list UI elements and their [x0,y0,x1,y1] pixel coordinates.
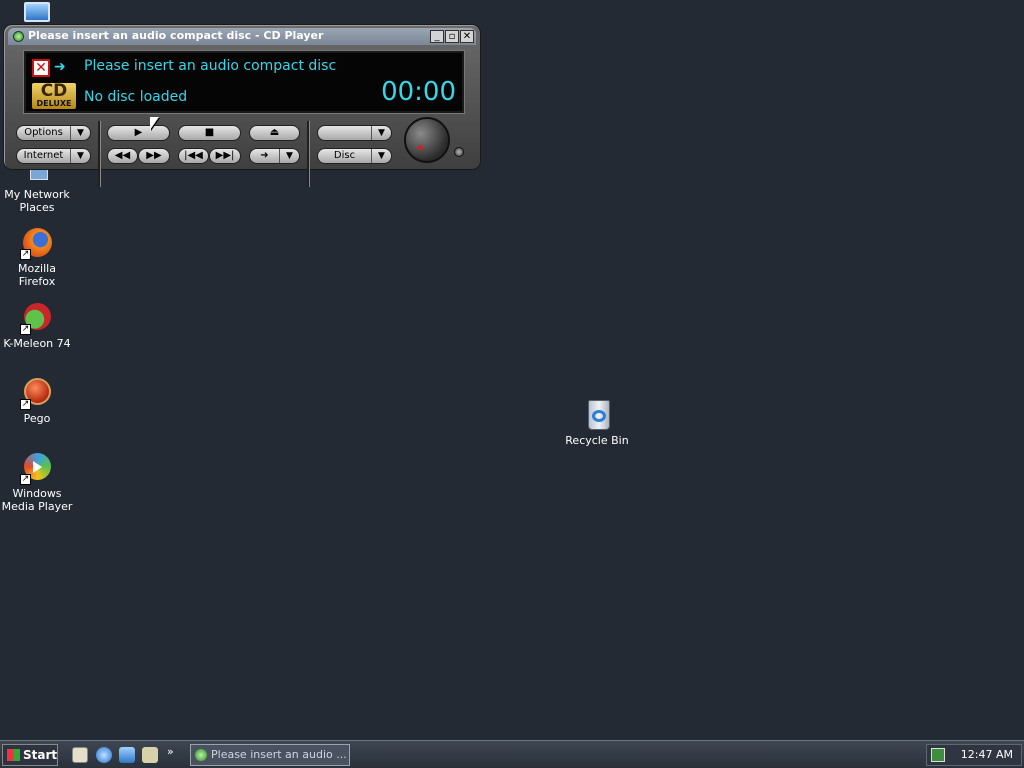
eject-icon: ⏏ [269,127,280,138]
eject-button[interactable]: ⏏ [249,125,300,141]
chevron-down-icon: ▼ [70,149,90,163]
disc-label: Disc [333,150,356,161]
shortcut-arrow-icon: ↗ [20,474,31,485]
taskbar-button-cd-player[interactable]: Please insert an audio ... [190,744,350,766]
close-button[interactable]: ✕ [460,30,474,43]
track-select[interactable]: ▼ [317,125,392,141]
internet-explorer-icon[interactable] [96,747,112,763]
clock[interactable]: 12:47 AM [961,748,1013,761]
my-computer-icon[interactable] [24,2,50,22]
desktop-icon-recycle-bin[interactable]: Recycle Bin [559,398,635,447]
desktop-icon-label: Mozilla Firefox [18,262,56,288]
arrow-right-icon: ➜ [260,150,269,161]
chevron-down-icon: ▼ [371,126,391,140]
previous-track-button[interactable]: |◀◀ [178,148,209,164]
previous-track-icon: |◀◀ [184,150,203,161]
cd-player-window[interactable]: Please insert an audio compact disc - CD… [3,24,481,187]
arrow-right-icon: ➜ [54,59,66,75]
search-icon[interactable] [142,747,158,763]
cd-player-app-icon [13,31,24,42]
stop-icon: ■ [204,127,215,138]
rewind-icon: ◀◀ [114,150,131,161]
stop-button[interactable]: ■ [178,125,241,141]
shortcut-arrow-icon: ↗ [20,324,31,335]
shortcut-arrow-icon: ↗ [20,399,31,410]
cd-deluxe-logo: CD DELUXE [32,83,76,109]
volume-knob[interactable] [404,117,450,163]
desktop-icon-media-player[interactable]: ↗ Windows Media Player [0,451,75,513]
disc-status: No disc loaded [84,89,188,105]
kmeleon-icon: ↗ [20,301,54,335]
next-track-icon: ▶▶| [215,150,235,161]
show-desktop-icon[interactable] [72,747,88,763]
outlook-express-icon[interactable] [119,747,135,763]
mouse-cursor-icon [150,117,159,130]
chevron-down-icon: ▼ [371,149,391,163]
start-button[interactable]: Start [2,744,58,766]
logo-text: CD [40,81,68,101]
knob-indicator [418,145,423,150]
recycle-bin-icon [580,398,614,432]
internet-label: Internet [23,150,64,161]
desktop-icon-pego[interactable]: ↗ Pego [0,376,75,425]
shortcut-arrow-icon: ↗ [20,249,31,260]
volume-mute-knob[interactable] [454,147,464,157]
chevron-more-icon[interactable]: » [167,745,174,758]
internet-menu-button[interactable]: Internet ▼ [16,148,91,164]
task-label: Please insert an audio ... [211,748,347,761]
desktop-icon-firefox[interactable]: ↗ Mozilla Firefox [0,226,75,288]
windows-logo-icon [7,749,20,761]
time-display: 00:00 [381,77,456,107]
rewind-button[interactable]: ◀◀ [107,148,138,164]
chevron-down-icon: ▼ [279,149,299,163]
desktop-icon-label: Windows Media Player [1,487,73,513]
title-bar[interactable]: Please insert an audio compact disc - CD… [8,28,476,45]
firefox-icon: ↗ [20,226,54,260]
desktop-icon-label: Pego [23,412,51,425]
no-disc-icon: ✕ [32,59,50,77]
cd-player-app-icon [195,749,207,761]
divider [98,121,100,187]
desktop-icon-label: My Network Places [4,188,70,214]
system-tray: 12:47 AM [926,744,1022,766]
pego-icon: ↗ [20,376,54,410]
fast-forward-icon: ▶▶ [146,150,162,161]
play-icon: ▶ [134,127,143,138]
start-label: Start [23,748,58,762]
mode-menu-button[interactable]: ➜ ▼ [249,148,300,164]
divider [307,121,309,187]
restore-button[interactable]: ▫ [445,30,459,43]
next-track-button[interactable]: ▶▶| [209,148,241,164]
chevron-down-icon: ▼ [70,126,90,140]
window-title: Please insert an audio compact disc - CD… [28,29,324,42]
insert-disc-message: Please insert an audio compact disc [84,58,337,74]
options-label: Options [24,127,63,138]
desktop-icon-label: K-Meleon 74 [3,337,71,350]
desktop-icon-network-places[interactable]: My Network Places [0,164,75,214]
logo-subtext: DELUXE [36,99,72,108]
network-status-icon[interactable] [931,748,945,762]
taskbar: Start » Please insert an audio ... 12:47… [0,740,1024,768]
disc-select[interactable]: Disc ▼ [317,148,392,164]
minimize-button[interactable]: _ [430,30,444,43]
fast-forward-button[interactable]: ▶▶ [138,148,170,164]
media-player-icon: ↗ [20,451,54,485]
play-button[interactable]: ▶ [107,125,170,141]
desktop-icon-label: Recycle Bin [565,434,629,447]
desktop-icon-kmeleon[interactable]: ↗ K-Meleon 74 [0,301,75,350]
options-menu-button[interactable]: Options ▼ [16,125,91,141]
lcd-display: ✕ ➜ CD DELUXE Please insert an audio com… [24,51,464,113]
